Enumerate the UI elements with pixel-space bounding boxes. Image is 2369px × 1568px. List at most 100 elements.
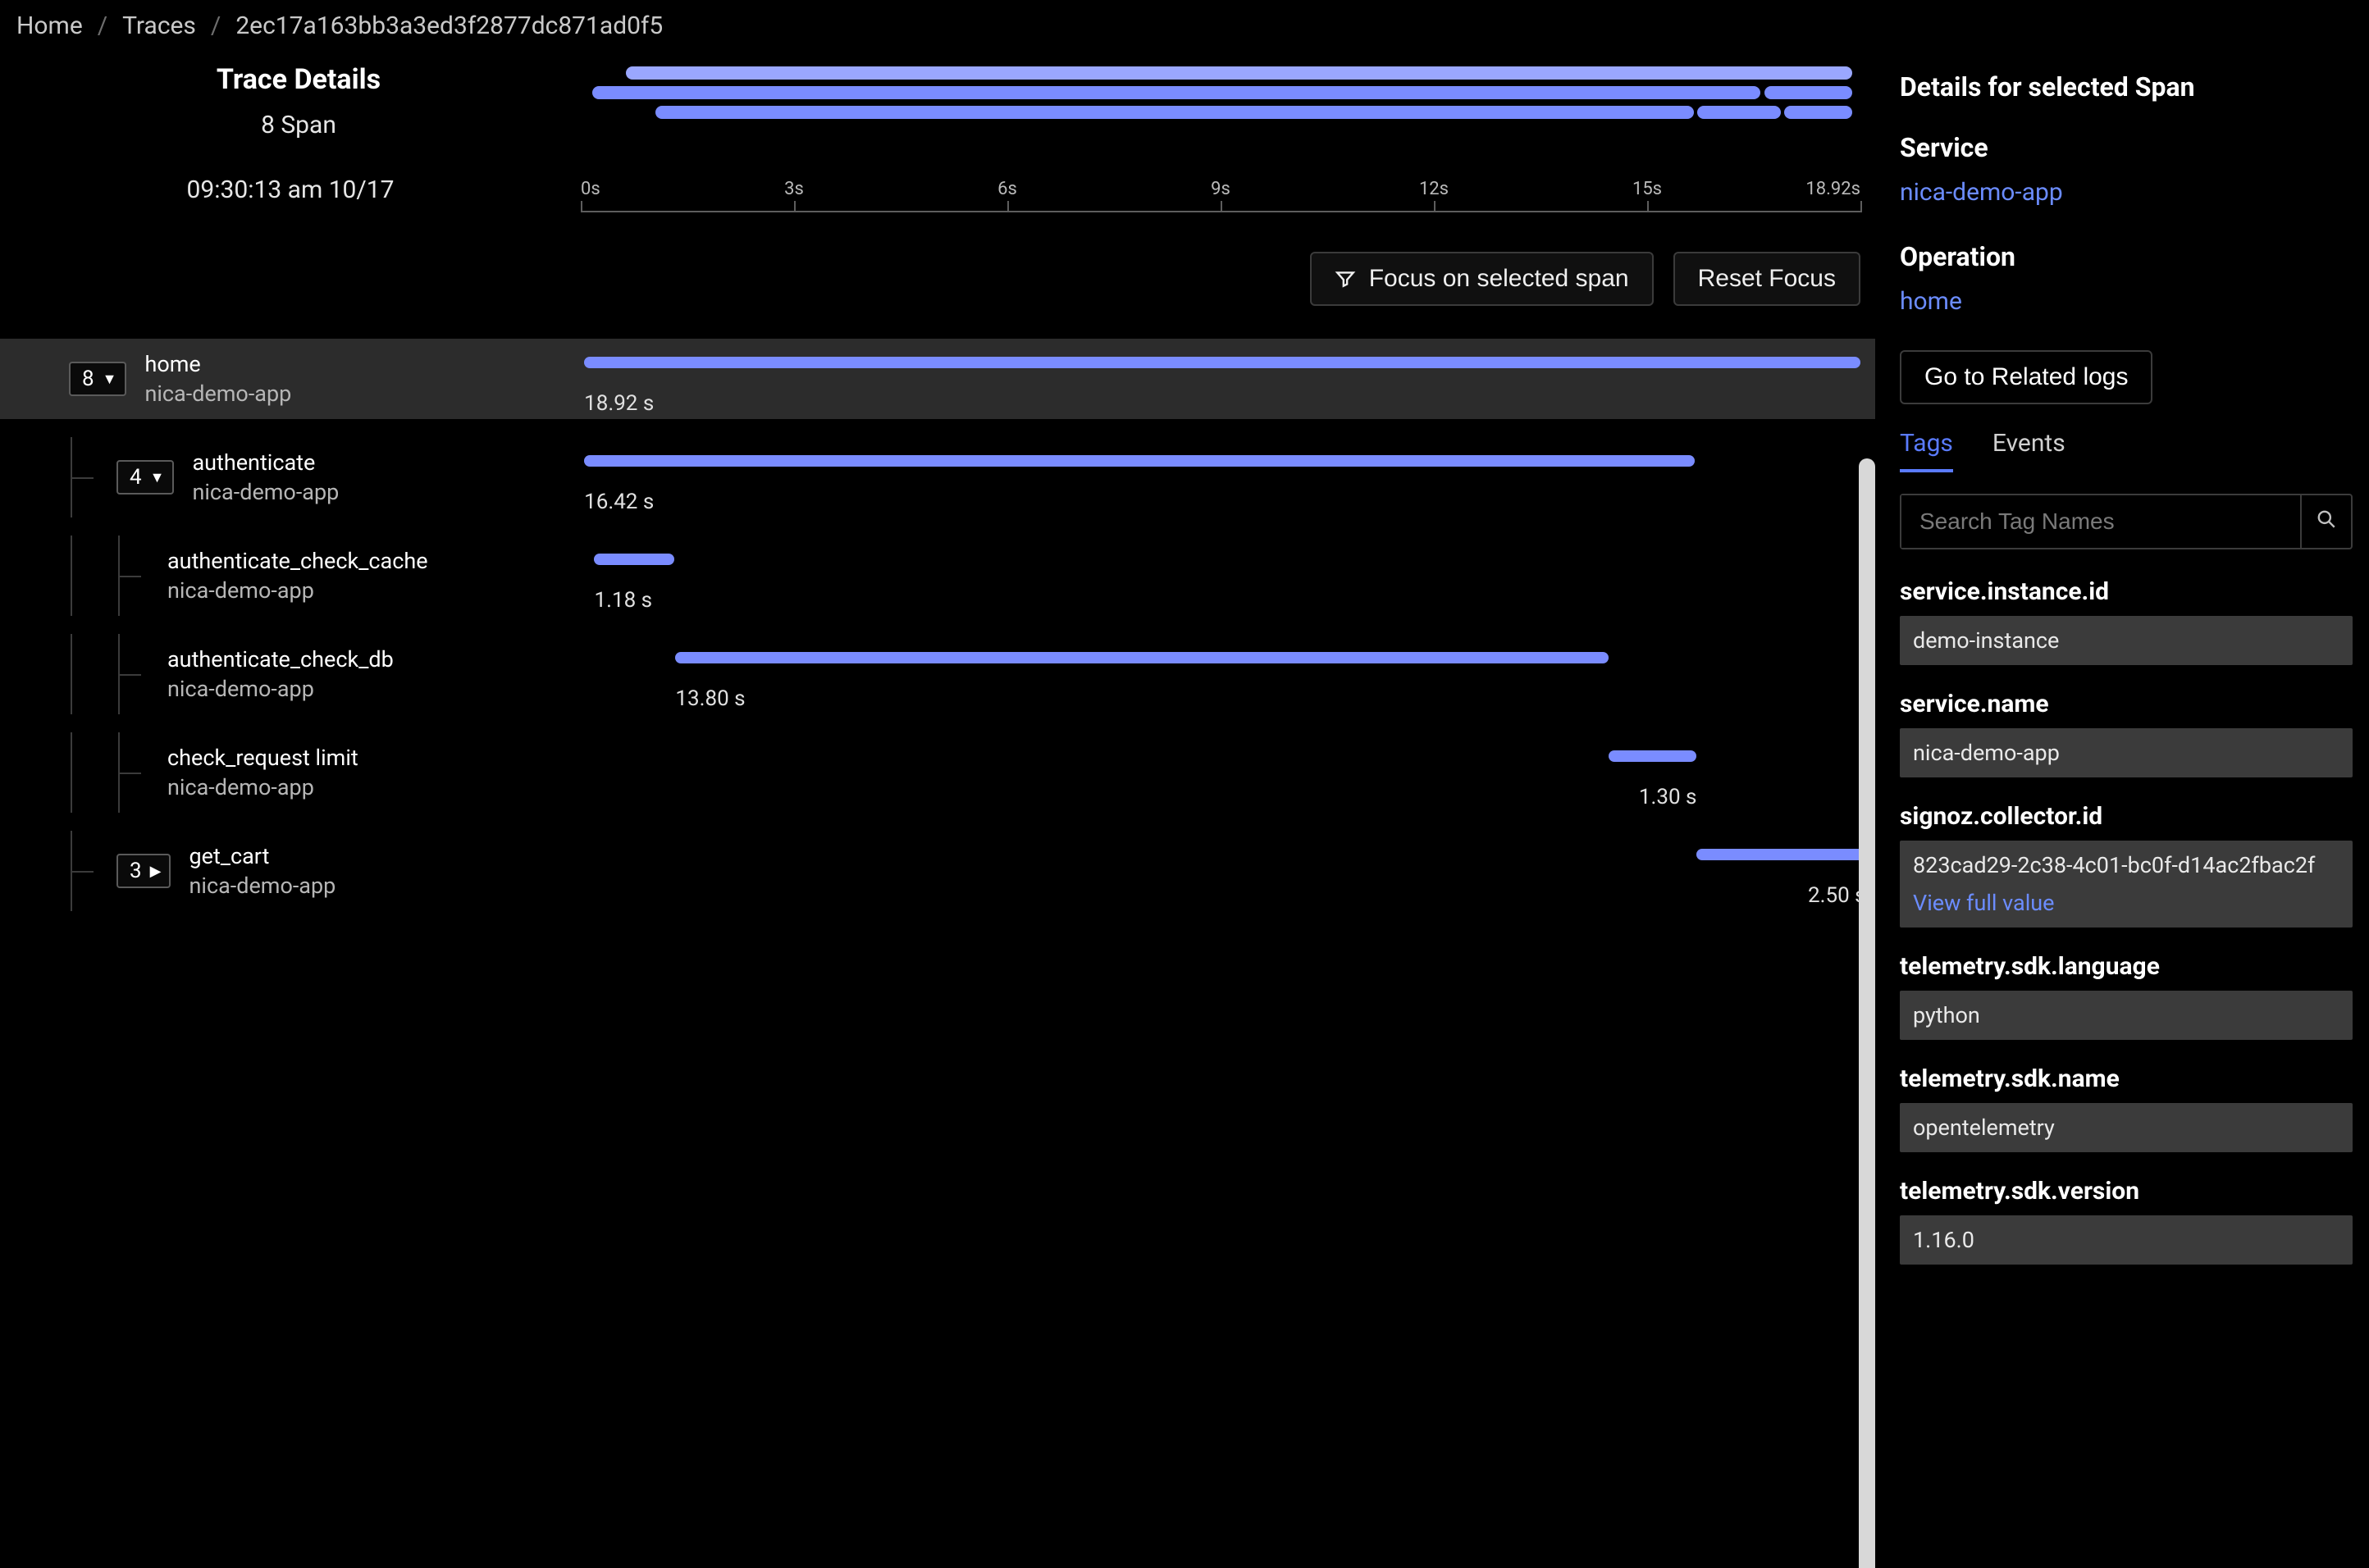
breadcrumb-traces[interactable]: Traces (122, 11, 196, 40)
ruler-tick-label: 3s (784, 179, 804, 199)
tag-block: telemetry.sdk.language python (1900, 952, 2353, 1040)
details-title: Details for selected Span (1900, 71, 2353, 103)
span-row[interactable]: authenticate_check_db nica-demo-app 13.80 … (0, 634, 1875, 714)
tab-events[interactable]: Events (1992, 429, 2065, 471)
tag-key: signoz.collector.id (1900, 802, 2353, 831)
tag-value: demo-instance (1900, 616, 2353, 665)
span-service-name: nica-demo-app (167, 577, 428, 604)
span-operation-name: authenticate_check_db (167, 646, 394, 672)
span-row[interactable]: 4▼ authenticate nica-demo-app 16.42 s (0, 437, 1875, 517)
span-operation-name: authenticate (192, 449, 339, 476)
span-expand-toggle[interactable]: 8▼ (69, 362, 126, 396)
tag-search (1900, 494, 2353, 549)
span-row[interactable]: check_request limitnica-demo-app 1.30 s (0, 732, 1875, 813)
tag-block: service.instance.id demo-instance (1900, 577, 2353, 665)
span-service-name: nica-demo-app (192, 479, 339, 505)
filter-icon (1335, 268, 1356, 289)
span-service-name: nica-demo-app (167, 676, 394, 702)
service-heading: Service (1900, 132, 2353, 163)
tag-block: telemetry.sdk.version 1.16.0 (1900, 1177, 2353, 1265)
span-bar-cell: 18.92 s (581, 339, 1860, 419)
span-duration-label: 2.50 s (1808, 883, 1866, 908)
span-child-count: 4 (130, 465, 142, 490)
tag-key: telemetry.sdk.language (1900, 952, 2353, 981)
tag-list: service.instance.iddemo-instanceservice.… (1900, 577, 2353, 1289)
details-tabs: Tags Events (1900, 429, 2353, 472)
tag-key: telemetry.sdk.name (1900, 1064, 2353, 1093)
ruler-tick-label: 9s (1211, 179, 1230, 199)
span-duration-bar (584, 455, 1695, 467)
ruler-tick-label: 18.92s (1805, 179, 1860, 199)
tag-key: service.instance.id (1900, 577, 2353, 606)
chevron-down-icon: ▼ (103, 371, 117, 388)
span-row[interactable]: authenticate_check_cache nica-demo-app 1.1… (0, 536, 1875, 616)
service-link[interactable]: nica-demo-app (1900, 178, 2353, 207)
breadcrumb: Home / Traces / 2ec17a163bb3a3ed3f2877dc… (0, 0, 2369, 48)
breadcrumb-trace-id: 2ec17a163bb3a3ed3f2877dc871ad0f5 (235, 11, 663, 40)
trace-minimap[interactable] (589, 48, 1867, 125)
span-tree-cell: 4▼ authenticate nica-demo-app (0, 437, 581, 517)
go-to-related-logs-button[interactable]: Go to Related logs (1900, 350, 2152, 404)
tag-block: telemetry.sdk.name opentelemetry (1900, 1064, 2353, 1152)
focus-selected-span-button[interactable]: Focus on selected span (1310, 252, 1654, 306)
span-duration-bar (1696, 849, 1865, 860)
span-duration-label: 13.80 s (675, 686, 745, 711)
trace-waterfall-panel: Trace Details 8 Span 09:30:13 am 10/17 0… (0, 48, 1875, 1567)
span-tree-cell: check_request limitnica-demo-app (0, 732, 581, 813)
span-row[interactable]: 8▼homenica-demo-app18.92 s (0, 339, 1875, 419)
span-bar-cell: 13.80 s (581, 634, 1860, 714)
span-bar-cell: 16.42 s (581, 437, 1860, 517)
span-expand-toggle[interactable]: 3▶ (116, 854, 171, 888)
ruler-tick-label: 0s (581, 179, 600, 199)
tab-tags[interactable]: Tags (1900, 429, 1953, 472)
page-title: Trace Details (8, 63, 589, 96)
span-tree-cell: 3▶get_cartnica-demo-app (0, 831, 581, 911)
span-operation-name: authenticate_check_cache (167, 548, 428, 574)
reset-focus-label: Reset Focus (1698, 265, 1836, 293)
span-child-count: 3 (130, 859, 142, 883)
tag-key: service.name (1900, 690, 2353, 718)
span-operation-name: check_request limit (167, 745, 358, 771)
span-expand-toggle[interactable]: 4▼ (116, 460, 174, 495)
span-duration-bar (584, 357, 1860, 368)
span-tree-cell: 8▼homenica-demo-app (0, 339, 581, 419)
focus-selected-span-label: Focus on selected span (1369, 265, 1629, 293)
vertical-scrollbar[interactable] (1859, 458, 1875, 1568)
tag-search-button[interactable] (2300, 495, 2351, 548)
span-duration-bar (594, 554, 673, 565)
view-full-value-link[interactable]: View full value (1913, 890, 2339, 916)
span-duration-label: 1.18 s (594, 588, 652, 613)
tag-key: telemetry.sdk.version (1900, 1177, 2353, 1206)
breadcrumb-home[interactable]: Home (16, 11, 83, 40)
span-bar-cell: 2.50 s (581, 831, 1860, 911)
breadcrumb-separator: / (211, 11, 221, 40)
reset-focus-button[interactable]: Reset Focus (1673, 252, 1860, 306)
span-duration-label: 18.92 s (584, 391, 654, 416)
span-duration-label: 1.30 s (1639, 785, 1697, 809)
operation-heading: Operation (1900, 241, 2353, 272)
span-duration-bar (1609, 750, 1696, 762)
ruler-tick-label: 6s (997, 179, 1017, 199)
tag-value: opentelemetry (1900, 1103, 2353, 1152)
tag-block: service.name nica-demo-app (1900, 690, 2353, 777)
span-row[interactable]: 3▶get_cartnica-demo-app2.50 s (0, 831, 1875, 911)
timeline-ruler[interactable]: 0s3s6s9s12s15s18.92s (581, 178, 1860, 212)
span-bar-cell: 1.30 s (581, 732, 1860, 813)
span-child-count: 8 (82, 367, 94, 391)
operation-link[interactable]: home (1900, 287, 2353, 316)
tag-value: 1.16.0 (1900, 1215, 2353, 1265)
span-bar-cell: 1.18 s (581, 536, 1860, 616)
span-duration-label: 16.42 s (584, 490, 654, 514)
ruler-tick-label: 12s (1419, 179, 1449, 199)
span-details-panel: Details for selected Span Service nica-d… (1875, 48, 2369, 1567)
chevron-right-icon: ▶ (150, 863, 162, 880)
span-list: 8▼homenica-demo-app18.92 s4▼authenticate… (0, 339, 1875, 911)
tag-value: nica-demo-app (1900, 728, 2353, 777)
tag-search-input[interactable] (1901, 495, 2300, 548)
span-service-name: nica-demo-app (189, 873, 335, 899)
span-tree-cell: authenticate_check_db nica-demo-app (0, 634, 581, 714)
tag-block: signoz.collector.id823cad29-2c38-4c01-bc… (1900, 802, 2353, 928)
span-service-name: nica-demo-app (144, 381, 291, 407)
tag-value: python (1900, 991, 2353, 1040)
span-operation-name: home (144, 351, 291, 377)
